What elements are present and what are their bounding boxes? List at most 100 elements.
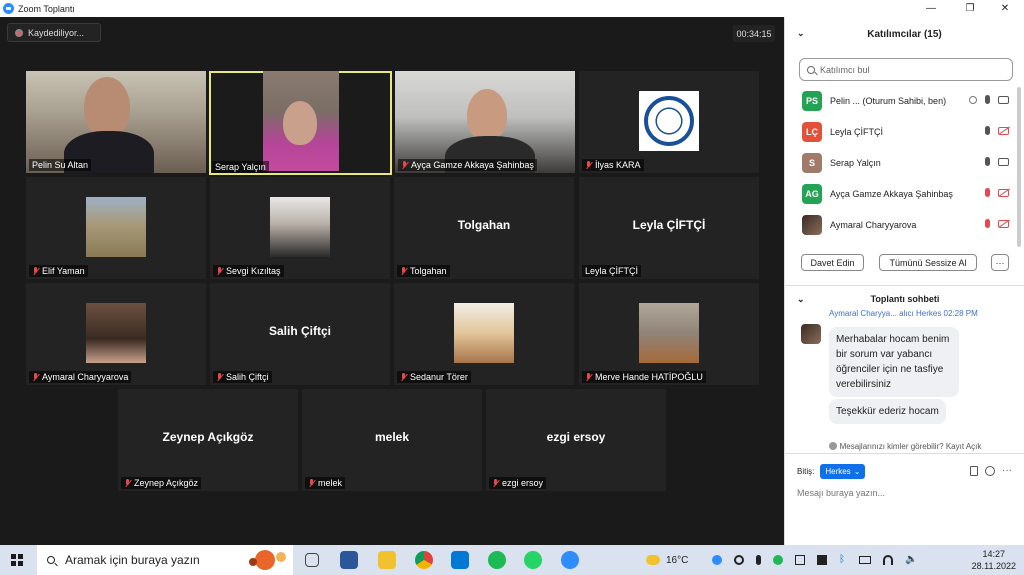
recipient-dropdown[interactable]: Herkes ⌄: [820, 464, 866, 479]
tile-display-name: Zeynep Açıkgöz: [162, 429, 254, 444]
tile-name: Aymaral Charyyarova: [42, 372, 129, 382]
video-tile[interactable]: Ayça Gamze Akkaya Şahinbaş: [395, 71, 575, 173]
maximize-button[interactable]: ❐: [953, 0, 987, 17]
record-icon: [15, 28, 23, 37]
participant-list-scrollbar[interactable]: [1017, 87, 1021, 247]
tile-name-label: Aymaral Charyyarova: [29, 371, 132, 383]
battery-icon[interactable]: [859, 556, 871, 564]
mic-off-icon[interactable]: [985, 219, 990, 228]
video-tile[interactable]: Salih Çiftçi Salih Çiftçi: [210, 283, 390, 385]
task-view-icon[interactable]: [305, 553, 319, 567]
more-icon[interactable]: ···: [1002, 466, 1012, 476]
camera-off-icon[interactable]: [998, 126, 1009, 135]
tile-name: Merve Hande HATİPOĞLU: [595, 372, 703, 382]
camera-icon[interactable]: [998, 157, 1009, 166]
mic-icon[interactable]: [985, 95, 990, 104]
invite-button[interactable]: Davet Edin: [801, 254, 864, 271]
participant-row[interactable]: S Serap Yalçın: [785, 147, 1024, 178]
video-tile[interactable]: ezgi ersoy ezgi ersoy: [486, 389, 666, 491]
clock-date: 28.11.2022: [971, 561, 1016, 571]
tile-name-label: Ayça Gamze Akkaya Şahinbaş: [398, 159, 537, 171]
participant-search-input[interactable]: Katılımcı bul: [799, 58, 1013, 81]
microphone-icon[interactable]: [756, 555, 761, 565]
participant-row[interactable]: Aymaral Charyyarova: [785, 209, 1024, 240]
muted-mic-icon: [401, 160, 408, 170]
recording-indicator[interactable]: Kaydediliyor...: [7, 23, 101, 42]
minimize-button[interactable]: —: [914, 0, 948, 17]
camera-icon[interactable]: [998, 95, 1009, 104]
taskbar-clock[interactable]: 14:27 28.11.2022: [972, 548, 1016, 572]
zoom-tray-icon[interactable]: [712, 555, 722, 565]
bluetooth-icon[interactable]: ᛒ: [839, 555, 847, 565]
video-tile[interactable]: Aymaral Charyyarova: [26, 283, 206, 385]
taskbar: Aramak için buraya yazın 16°C ᛒ 🔈 14:27 …: [0, 545, 1024, 575]
university-seal-icon: [644, 96, 694, 146]
mic-icon[interactable]: [985, 157, 990, 166]
spotify-tray-icon[interactable]: [773, 555, 783, 565]
chat-message[interactable]: Teşekkür ederiz hocam: [829, 399, 946, 424]
camera-off-icon[interactable]: [998, 219, 1009, 228]
record-tray-icon[interactable]: [734, 555, 744, 565]
mic-icon[interactable]: [985, 126, 990, 135]
video-tile-active-speaker[interactable]: Serap Yalçın: [209, 71, 392, 175]
participant-name: Aymaral Charyyarova: [830, 219, 917, 230]
video-tile[interactable]: Sedanur Törer: [394, 283, 574, 385]
tile-name-label: Serap Yalçın: [212, 161, 269, 173]
tile-name: ezgi ersoy: [502, 478, 544, 488]
mic-off-icon[interactable]: [985, 188, 990, 197]
participant-row[interactable]: PS Pelin ... (Oturum Sahibi, ben): [785, 85, 1024, 116]
camera-off-icon[interactable]: [998, 188, 1009, 197]
participant-face: [283, 101, 317, 145]
participant-row[interactable]: AG Ayça Gamze Akkaya Şahinbaş: [785, 178, 1024, 209]
participant-video: [84, 77, 130, 137]
video-tile[interactable]: Pelin Su Altan: [26, 71, 206, 173]
emoji-icon[interactable]: [985, 466, 995, 476]
more-options-button[interactable]: ···: [991, 254, 1009, 271]
participant-video: [86, 197, 146, 257]
participant-row[interactable]: LÇ Leyla ÇİFTÇİ: [785, 116, 1024, 147]
muted-mic-icon: [308, 478, 315, 488]
windows-start-icon[interactable]: [11, 554, 23, 566]
tile-name-label: Tolgahan: [397, 265, 450, 277]
search-icon: [807, 65, 815, 74]
wifi-icon[interactable]: [883, 555, 893, 565]
collapse-chevron-icon[interactable]: ⌄: [797, 294, 805, 305]
tile-name: Elif Yaman: [42, 266, 85, 276]
zoom-icon[interactable]: [561, 551, 579, 569]
screen-icon[interactable]: [795, 555, 805, 565]
volume-icon[interactable]: 🔈: [905, 555, 917, 565]
file-icon[interactable]: [970, 466, 978, 476]
close-button[interactable]: ✕: [988, 0, 1022, 17]
file-explorer-icon[interactable]: [378, 551, 396, 569]
word-icon[interactable]: [340, 551, 358, 569]
taskbar-search[interactable]: Aramak için buraya yazın: [37, 545, 293, 575]
tile-name-label: Elif Yaman: [29, 265, 88, 277]
collapse-chevron-icon[interactable]: ⌄: [797, 28, 805, 39]
video-tile[interactable]: Zeynep Açıkgöz Zeynep Açıkgöz: [118, 389, 298, 491]
spotify-icon[interactable]: [488, 551, 506, 569]
participant-video: [270, 197, 330, 257]
app-tray-icon[interactable]: [817, 555, 827, 565]
video-tile[interactable]: melek melek: [302, 389, 482, 491]
video-tile[interactable]: Elif Yaman: [26, 177, 206, 279]
host-icon: [969, 95, 977, 104]
video-tile[interactable]: Leyla ÇİFTÇİ Leyla ÇİFTÇİ: [579, 177, 759, 279]
chat-visibility-note[interactable]: Mesajlarınızı kimler görebilir? Kayıt Aç…: [785, 439, 1024, 453]
participant-status: [985, 157, 1009, 166]
tile-name-label: ezgi ersoy: [489, 477, 547, 489]
video-tile[interactable]: Tolgahan Tolgahan: [394, 177, 574, 279]
whatsapp-icon[interactable]: [524, 551, 542, 569]
tile-name-label: İlyas KARA: [582, 159, 644, 171]
chat-message[interactable]: Merhabalar hocam benim bir sorum var yab…: [829, 327, 959, 397]
video-tile[interactable]: Sevgi Kızıltaş: [210, 177, 390, 279]
video-tile[interactable]: İlyas KARA: [579, 71, 759, 173]
tile-name: Ayça Gamze Akkaya Şahinbaş: [411, 160, 534, 170]
chat-tools: ···: [970, 466, 1012, 476]
chat-message-input[interactable]: [797, 485, 1013, 501]
participant-name: Pelin ...: [830, 95, 861, 106]
weather-widget[interactable]: 16°C: [646, 545, 688, 575]
chrome-icon[interactable]: [415, 551, 433, 569]
mail-icon[interactable]: [451, 551, 469, 569]
video-tile[interactable]: Merve Hande HATİPOĞLU: [579, 283, 759, 385]
mute-all-button[interactable]: Tümünü Sessize Al: [879, 254, 977, 271]
